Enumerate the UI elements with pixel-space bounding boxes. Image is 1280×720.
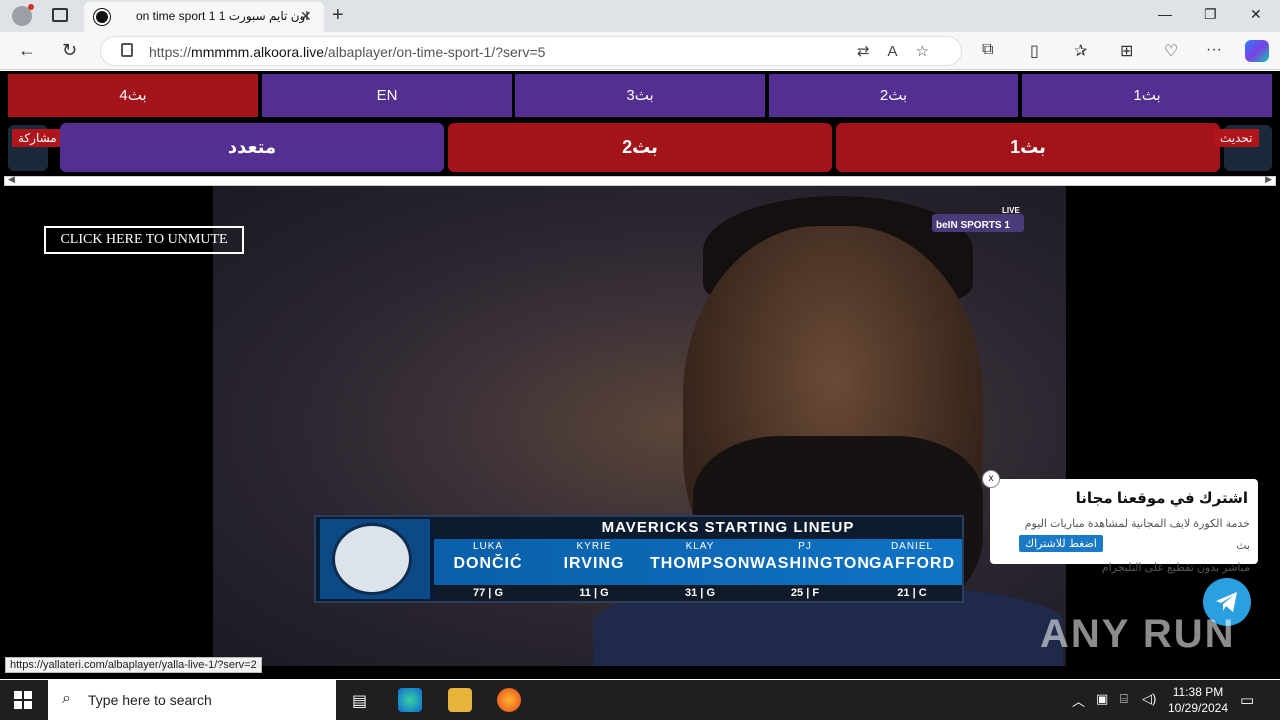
tab-title: on time sport 1 اون تايم سبورت 1 bbox=[136, 9, 309, 23]
minimize-button[interactable]: — bbox=[1158, 6, 1172, 22]
mavericks-logo-icon bbox=[320, 519, 430, 599]
active-tab[interactable]: on time sport 1 اون تايم سبورت 1 ✕ bbox=[84, 2, 324, 32]
popup-close-button[interactable]: x bbox=[982, 470, 1000, 488]
server-button-en[interactable]: EN bbox=[262, 74, 512, 117]
server-button-4[interactable]: بث4 bbox=[8, 74, 258, 117]
starting-lineup-graphic: MAVERICKS STARTING LINEUP LUKA DONČIĆ 77… bbox=[314, 515, 964, 603]
edge-icon[interactable] bbox=[398, 688, 422, 712]
more-icon[interactable]: ··· bbox=[1206, 41, 1222, 59]
status-bar-url: https://yallateri.com/albaplayer/yalla-l… bbox=[5, 657, 262, 673]
lock-icon[interactable] bbox=[121, 43, 133, 57]
maximize-button[interactable]: ❐ bbox=[1204, 6, 1217, 23]
popup-title: اشترك في موقعنا مجانا bbox=[1075, 490, 1248, 507]
firefox-icon[interactable] bbox=[497, 688, 521, 712]
server-row-2: مشاركة متعدد بث2 بث1 تحديث bbox=[8, 123, 1272, 172]
bein-sports-logo-icon: beIN SPORTS 1 LIVE bbox=[932, 206, 1024, 232]
windows-start-icon[interactable] bbox=[14, 691, 32, 709]
subscribe-button[interactable]: اضغط للاشتراك bbox=[1019, 535, 1103, 552]
volume-icon[interactable]: ◁) bbox=[1142, 691, 1156, 707]
server-button-2[interactable]: بث2 bbox=[769, 74, 1018, 117]
new-tab-button[interactable]: + bbox=[332, 4, 344, 27]
horizontal-scrollbar[interactable]: ◀ ▶ bbox=[4, 174, 1276, 186]
share-label[interactable]: مشاركة bbox=[12, 129, 63, 147]
server-row-1: بث4 EN بث3 بث2 بث1 bbox=[8, 74, 1272, 117]
extensions-icon[interactable]: ⧉ bbox=[982, 41, 993, 59]
url-text: https://mmmmm.alkoora.live/albaplayer/on… bbox=[149, 44, 546, 60]
performance-icon[interactable]: ♡ bbox=[1164, 41, 1178, 61]
url-field[interactable]: https://mmmmm.alkoora.live/albaplayer/on… bbox=[100, 36, 962, 66]
server-button-3[interactable]: بث3 bbox=[515, 74, 765, 117]
taskbar: ⌕ Type here to search ▤ ︿ ▣ ⌸ ◁) 11:38 P… bbox=[0, 680, 1280, 720]
address-bar-row: ← ↻ https://mmmmm.alkoora.live/albaplaye… bbox=[0, 32, 1280, 70]
taskbar-search[interactable]: ⌕ Type here to search bbox=[48, 680, 336, 720]
notification-dot-icon bbox=[28, 4, 34, 10]
collections-icon[interactable]: ⊞ bbox=[1120, 41, 1133, 61]
copilot-icon[interactable] bbox=[1245, 40, 1269, 62]
system-clock[interactable]: 11:38 PM 10/29/2024 bbox=[1160, 684, 1236, 716]
tray-chevron-icon[interactable]: ︿ bbox=[1072, 691, 1085, 710]
split-screen-icon[interactable]: ▯ bbox=[1030, 41, 1039, 61]
anyrun-watermark: ANY RUN bbox=[1040, 612, 1236, 656]
close-window-button[interactable]: ✕ bbox=[1250, 6, 1262, 23]
task-view-icon[interactable]: ▤ bbox=[352, 691, 367, 711]
tab-strip: on time sport 1 اون تايم سبورت 1 ✕ + — ❐… bbox=[0, 0, 1280, 32]
soccer-ball-icon bbox=[94, 9, 110, 25]
notifications-icon[interactable]: ▭ bbox=[1240, 691, 1254, 709]
telegram-subscribe-popup: اشترك في موقعنا مجانا خدمة الكورة لايف ا… bbox=[990, 479, 1258, 574]
refresh-icon[interactable]: ↻ bbox=[62, 40, 77, 61]
search-placeholder: Type here to search bbox=[88, 692, 212, 708]
favorites-icon[interactable]: ✰ bbox=[1074, 41, 1087, 61]
refresh-label[interactable]: تحديث bbox=[1214, 129, 1259, 147]
unmute-button[interactable]: CLICK HERE TO UNMUTE bbox=[44, 226, 244, 254]
live-label: LIVE bbox=[1002, 206, 1020, 215]
stream-2-button[interactable]: بث2 bbox=[448, 123, 832, 172]
network-monitor-icon[interactable]: ▣ bbox=[1096, 691, 1108, 707]
network-icon[interactable]: ⌸ bbox=[1120, 691, 1128, 707]
scroll-right-icon[interactable]: ▶ bbox=[1265, 174, 1272, 185]
url-action-icons[interactable]: ⇄A☆ bbox=[857, 42, 947, 60]
search-icon: ⌕ bbox=[62, 690, 71, 707]
stream-1-button[interactable]: بث1 bbox=[836, 123, 1220, 172]
tab-actions-icon[interactable] bbox=[52, 8, 68, 22]
file-explorer-icon[interactable] bbox=[448, 688, 472, 712]
lineup-title: MAVERICKS STARTING LINEUP bbox=[434, 517, 962, 539]
channel-name: beIN SPORTS 1 bbox=[936, 220, 1010, 231]
server-button-1[interactable]: بث1 bbox=[1022, 74, 1272, 117]
back-icon[interactable]: ← bbox=[18, 40, 36, 61]
close-tab-icon[interactable]: ✕ bbox=[300, 8, 312, 25]
multi-server-button[interactable]: متعدد bbox=[60, 123, 444, 172]
scroll-left-icon[interactable]: ◀ bbox=[8, 174, 15, 185]
